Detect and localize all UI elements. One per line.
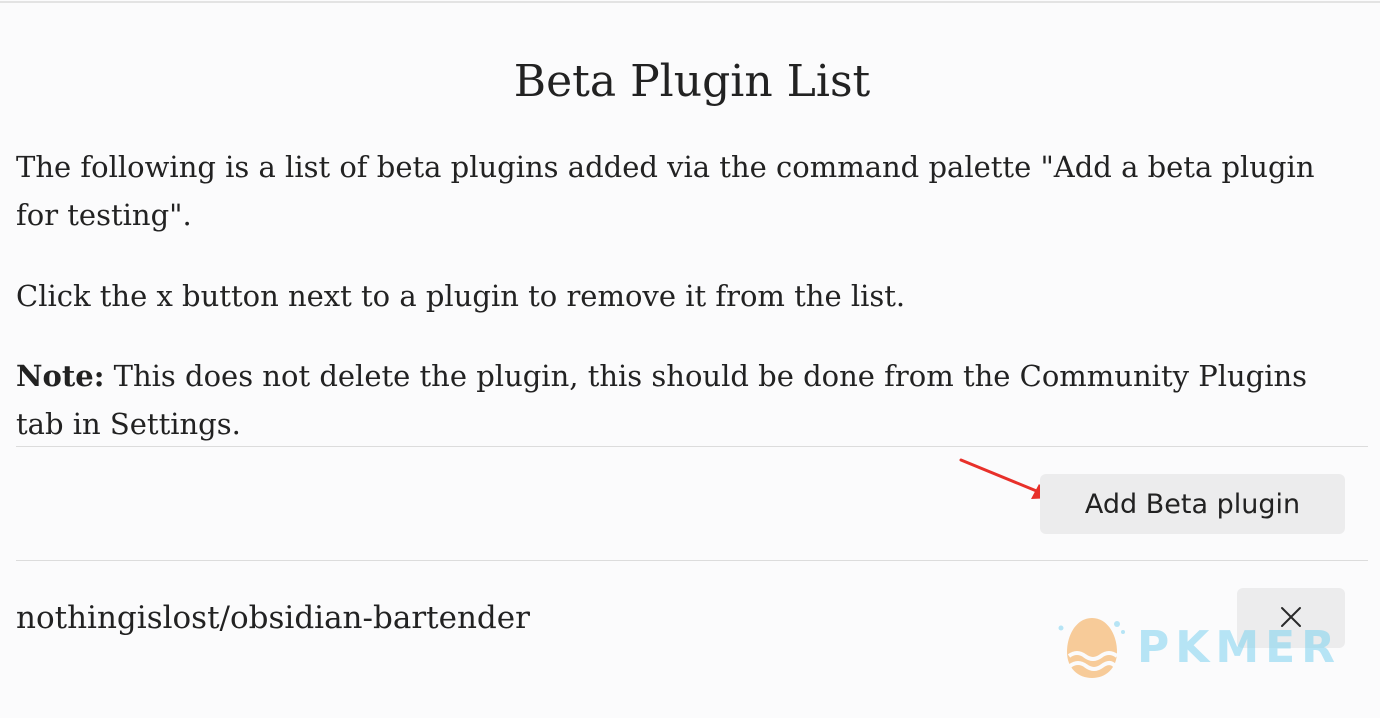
watermark-text: PKMER	[1137, 622, 1342, 673]
intro-text: The following is a list of beta plugins …	[16, 150, 1315, 232]
pkmer-logo-icon	[1058, 618, 1125, 678]
list-divider	[16, 560, 1368, 561]
note-label: Note:	[16, 359, 105, 393]
note-text: Note: This does not delete the plugin, t…	[16, 352, 1361, 448]
watermark: PKMER	[1055, 612, 1355, 684]
note-body: This does not delete the plugin, this sh…	[16, 359, 1308, 441]
section-divider	[16, 446, 1368, 447]
top-divider	[0, 1, 1380, 3]
instruction-text: Click the x button next to a plugin to r…	[16, 279, 906, 313]
plugin-name: nothingislost/obsidian-bartender	[16, 600, 530, 636]
add-beta-plugin-button[interactable]: Add Beta plugin	[1040, 474, 1345, 534]
page-title: Beta Plugin List	[513, 56, 871, 107]
